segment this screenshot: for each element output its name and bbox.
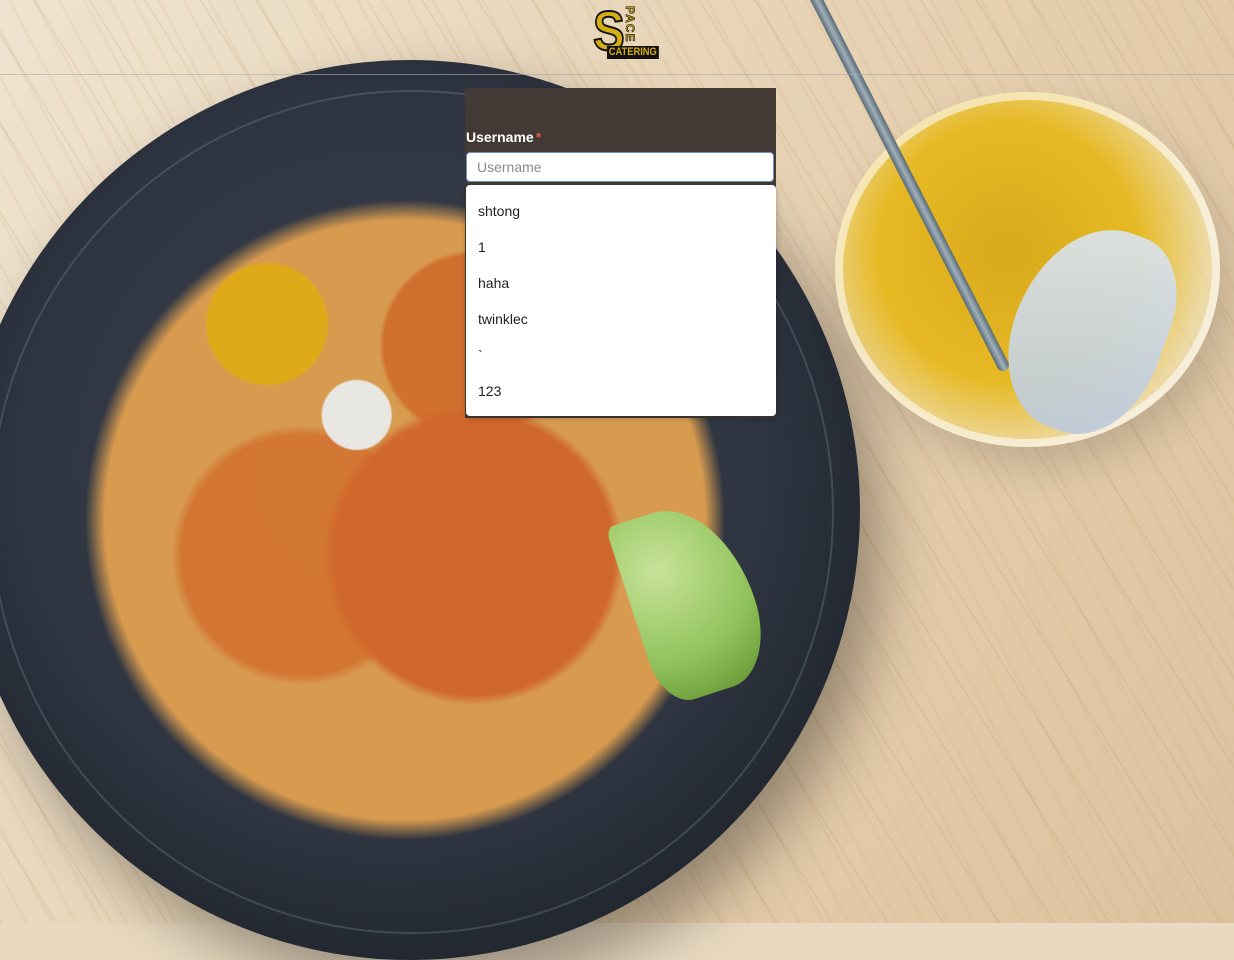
autocomplete-option[interactable]: 123 xyxy=(466,373,776,409)
autocomplete-option[interactable]: ` xyxy=(466,337,776,373)
username-input[interactable] xyxy=(466,152,774,182)
autocomplete-dropdown: shtong 1 haha twinklec ` 123 xyxy=(466,185,776,416)
logo-word-pace: PACE xyxy=(623,6,638,43)
logo-word-catering: CATERING xyxy=(607,46,659,59)
required-asterisk: * xyxy=(535,129,542,145)
autocomplete-option[interactable]: twinklec xyxy=(466,301,776,337)
username-label-text: Username xyxy=(466,129,534,145)
space-catering-logo[interactable]: S PACE CATERING xyxy=(592,2,659,60)
username-label: Username * xyxy=(466,129,541,145)
header-bar: S PACE CATERING xyxy=(0,0,1234,75)
autocomplete-option[interactable]: haha xyxy=(466,265,776,301)
autocomplete-option[interactable]: shtong xyxy=(466,193,776,229)
autocomplete-option[interactable]: 1 xyxy=(466,229,776,265)
